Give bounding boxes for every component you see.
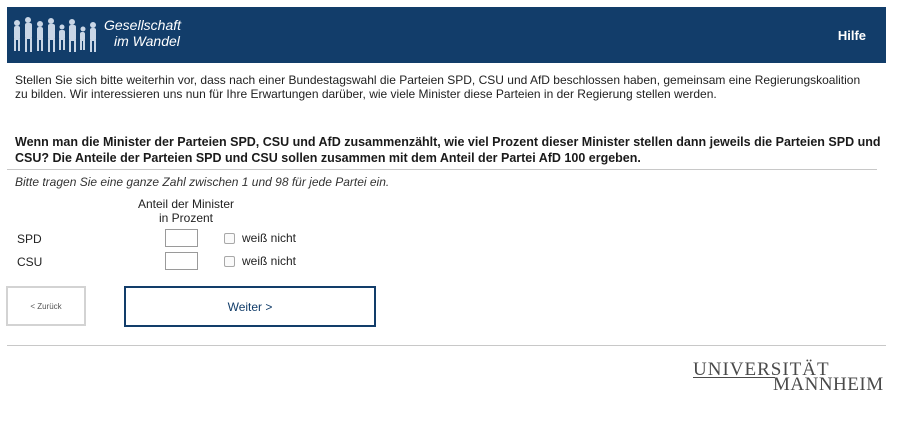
spd-percent-input[interactable] <box>165 229 198 247</box>
csu-dont-know-checkbox[interactable] <box>224 256 235 267</box>
divider <box>7 169 877 170</box>
logo-text: Gesellschaft im Wandel <box>104 17 181 49</box>
column-header-line1: Anteil der Minister <box>137 197 235 211</box>
university-logo-rule <box>693 377 775 378</box>
university-logo-line2: MANNHEIM <box>773 374 884 395</box>
row-label-csu: CSU <box>17 255 43 269</box>
intro-text: Stellen Sie sich bitte weiterhin vor, da… <box>15 73 861 101</box>
logo-line1: Gesellschaft <box>104 17 182 33</box>
logo-line2: im Wandel <box>114 33 180 49</box>
question-text: Wenn man die Minister der Parteien SPD, … <box>15 135 881 165</box>
help-link[interactable]: Hilfe <box>838 28 866 43</box>
next-button[interactable]: Weiter > <box>124 286 376 327</box>
csu-percent-input[interactable] <box>165 252 198 270</box>
row-label-spd: SPD <box>17 232 42 246</box>
header-banner: Gesellschaft im Wandel Hilfe <box>7 7 886 63</box>
csu-dont-know-label[interactable]: weiß nicht <box>242 254 296 268</box>
column-header-line2: in Prozent <box>158 211 214 225</box>
university-logo: UNIVERSITÄT MANNHEIM <box>693 359 883 395</box>
back-button[interactable]: < Zurück <box>6 286 86 326</box>
footer-divider <box>7 345 886 346</box>
instruction-text: Bitte tragen Sie eine ganze Zahl zwische… <box>15 175 390 189</box>
spd-dont-know-checkbox[interactable] <box>224 233 235 244</box>
column-header: Anteil der Minister in Prozent <box>128 197 244 225</box>
spd-dont-know-label[interactable]: weiß nicht <box>242 231 296 245</box>
people-silhouettes-logo-icon <box>14 17 96 52</box>
